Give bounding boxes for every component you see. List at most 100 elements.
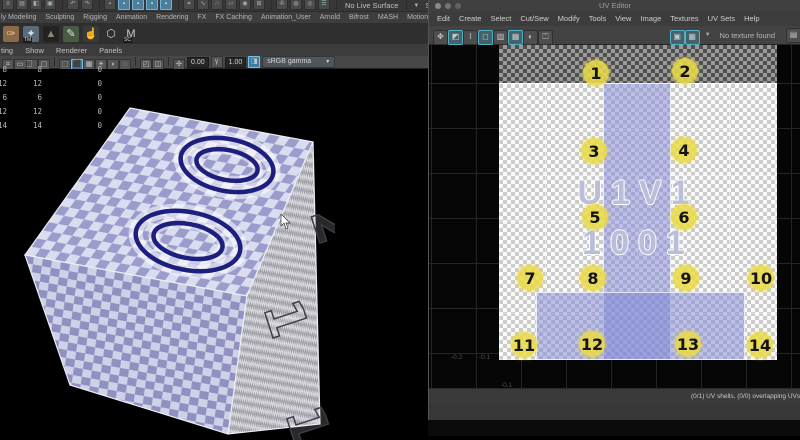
uv-menu-view[interactable]: View — [615, 14, 631, 23]
shelf-tab[interactable]: FX — [197, 14, 206, 21]
sew-uv-icon[interactable]: ⌇ — [463, 30, 478, 45]
shelf-tab[interactable]: Rendering — [156, 14, 188, 21]
snap-curve-icon[interactable]: ∿ — [197, 0, 209, 10]
uv-marker-14: 14 — [747, 332, 773, 358]
uv-toolbar: ✥◩⌇◻▨▦◐⏍ ▣▦ ▼ No texture found ▤ — [429, 26, 800, 45]
gamma-field[interactable]: 1.00 — [225, 57, 247, 68]
shelf-tab[interactable]: Arnold — [320, 14, 340, 21]
snap-point-icon[interactable]: ∴ — [211, 0, 223, 10]
redo-icon[interactable]: ↷ — [81, 0, 93, 10]
display-image-toggle-icon[interactable]: ▣ — [670, 30, 685, 45]
undo-icon[interactable]: ↶ — [67, 0, 79, 10]
photo-shelf-icon[interactable]: ▲ — [43, 26, 59, 42]
uv-menu-uvsets[interactable]: UV Sets — [708, 14, 736, 23]
history-icon[interactable]: ✇ — [276, 0, 288, 10]
make-live-icon[interactable]: ◉ — [239, 0, 251, 10]
pick-hand-shelf-icon[interactable]: ☝ — [83, 26, 99, 42]
uv-menu-edit[interactable]: Edit — [437, 14, 450, 23]
separator — [135, 57, 136, 66]
shelf-tab[interactable]: ly Modeling — [1, 14, 36, 21]
separator — [62, 1, 63, 10]
separator — [168, 57, 169, 66]
mash-sc-shelf-icon[interactable]: MSC — [123, 26, 139, 42]
select-component-icon[interactable]: ▪ — [132, 0, 144, 10]
ipr-render-icon[interactable]: ◎ — [304, 0, 316, 10]
uv-marker-9: 9 — [673, 265, 699, 291]
uv-canvas[interactable]: U1V1 1001 1234567891011121314 -0.2-0.1-0… — [429, 45, 800, 388]
out-of-tile-checker — [499, 45, 777, 83]
view-transform-icon[interactable]: ◨ — [248, 56, 260, 68]
shelf-tab[interactable]: FX Caching — [215, 14, 252, 21]
uv-marker-11: 11 — [511, 332, 537, 358]
uv-marker-3: 3 — [581, 138, 607, 164]
snap-plane-icon[interactable]: ▱ — [225, 0, 237, 10]
hud-value: 0 — [80, 77, 102, 91]
uv-window-title: UV Editor — [429, 1, 800, 10]
exposure-field[interactable]: 0.00 — [187, 57, 209, 68]
chevron-down-icon[interactable]: ▼ — [705, 32, 711, 38]
uv-menu-select[interactable]: Select — [490, 14, 511, 23]
uv-snapshot-icon[interactable]: ⏍ — [538, 30, 553, 45]
uv-marker-13: 13 — [675, 331, 701, 357]
textured-cube-mesh[interactable]: 2 1 1 — [5, 95, 335, 440]
uv-distortion-icon[interactable]: ▨ — [493, 30, 508, 45]
separator — [271, 1, 272, 10]
separator — [54, 57, 55, 66]
uv-menu-modify[interactable]: Modify — [558, 14, 580, 23]
render-settings-icon[interactable]: ☰ — [318, 0, 330, 10]
snap-view-icon[interactable]: ⊞ — [253, 0, 265, 10]
move-uv-icon[interactable]: ✥ — [433, 30, 448, 45]
texture-checker-toggle-icon[interactable]: ▦ — [685, 30, 700, 45]
snap-grid-icon[interactable]: ⌗ — [183, 0, 195, 10]
select-hierarchy-icon[interactable]: ▪ — [104, 0, 116, 10]
uv-marker-1: 1 — [583, 60, 609, 86]
paint-hand-shelf-icon[interactable]: ✑ — [3, 26, 19, 42]
checker-display-icon[interactable]: ▦ — [508, 30, 523, 45]
shaded-uv-display-icon[interactable]: ◩ — [448, 30, 463, 45]
uv-menu-create[interactable]: Create — [459, 14, 482, 23]
anim-layer-icon[interactable]: ▪ — [160, 0, 172, 10]
uv-marker-10: 10 — [748, 265, 774, 291]
save-scene-icon[interactable]: ▣ — [44, 0, 56, 10]
uv-marker-5: 5 — [582, 204, 608, 230]
edit-pencil-shelf-icon[interactable]: ✎ — [63, 26, 79, 42]
shelf-tab[interactable]: MASH — [378, 14, 398, 21]
render-icon[interactable]: ◍ — [290, 0, 302, 10]
view-transform-dropdown[interactable]: sRGB gamma ▼ — [262, 56, 335, 68]
shelf-tab[interactable]: Bifrost — [349, 14, 369, 21]
menu-lines-icon[interactable]: ≡ — [2, 0, 14, 10]
dim-image-icon[interactable]: ◐ — [523, 30, 538, 45]
texture-borders-icon[interactable]: ◻ — [478, 30, 493, 45]
shelf-tab[interactable]: Sculpting — [45, 14, 74, 21]
shelf-tab[interactable]: Animation — [116, 14, 147, 21]
shelf-tab[interactable]: Animation_User — [261, 14, 311, 21]
udim-uv-label: U1V1 — [499, 174, 777, 213]
no-texture-label: No texture found — [720, 31, 775, 40]
open-scene-icon[interactable]: ◧ — [30, 0, 42, 10]
tm-shelf-icon[interactable]: ✦TM — [23, 26, 39, 42]
gamma-icon[interactable]: γ — [211, 56, 223, 68]
clipped-toolbar-icon[interactable]: ▤ — [786, 28, 800, 43]
new-scene-icon[interactable]: ▤ — [16, 0, 28, 10]
uv-editor-window: UV Editor Edit Create Select Cut/Sew Modify T… — [428, 0, 800, 420]
uv-marker-12: 12 — [579, 331, 605, 357]
uv-menu-cutsew[interactable]: Cut/Sew — [520, 14, 548, 23]
uv-toolbar-left-icons: ✥◩⌇◻▨▦◐⏍ — [433, 26, 553, 45]
view-transform-value: sRGB gamma — [267, 57, 311, 67]
uv-menu-image[interactable]: Image — [640, 14, 661, 23]
wire-cube-shelf-icon[interactable]: ⬡ — [103, 26, 119, 42]
uv-shell-horizontal-strip[interactable] — [536, 292, 745, 360]
hud-value: 8 — [18, 63, 42, 77]
asset-select-icon[interactable]: ▪ — [146, 0, 158, 10]
uv-menu-textures[interactable]: Textures — [670, 14, 698, 23]
separator — [336, 1, 337, 10]
caret-down-icon[interactable]: ▼ — [413, 3, 419, 9]
shelf-item-badge: SC — [123, 37, 132, 43]
hud-value: 12 — [18, 77, 42, 91]
window-background — [428, 420, 800, 436]
uv-menu-help[interactable]: Help — [744, 14, 759, 23]
select-object-icon[interactable]: ▪ — [118, 0, 130, 10]
uv-menu-tools[interactable]: Tools — [589, 14, 607, 23]
shelf-tab[interactable]: Rigging — [83, 14, 107, 21]
mouse-cursor — [280, 214, 292, 230]
